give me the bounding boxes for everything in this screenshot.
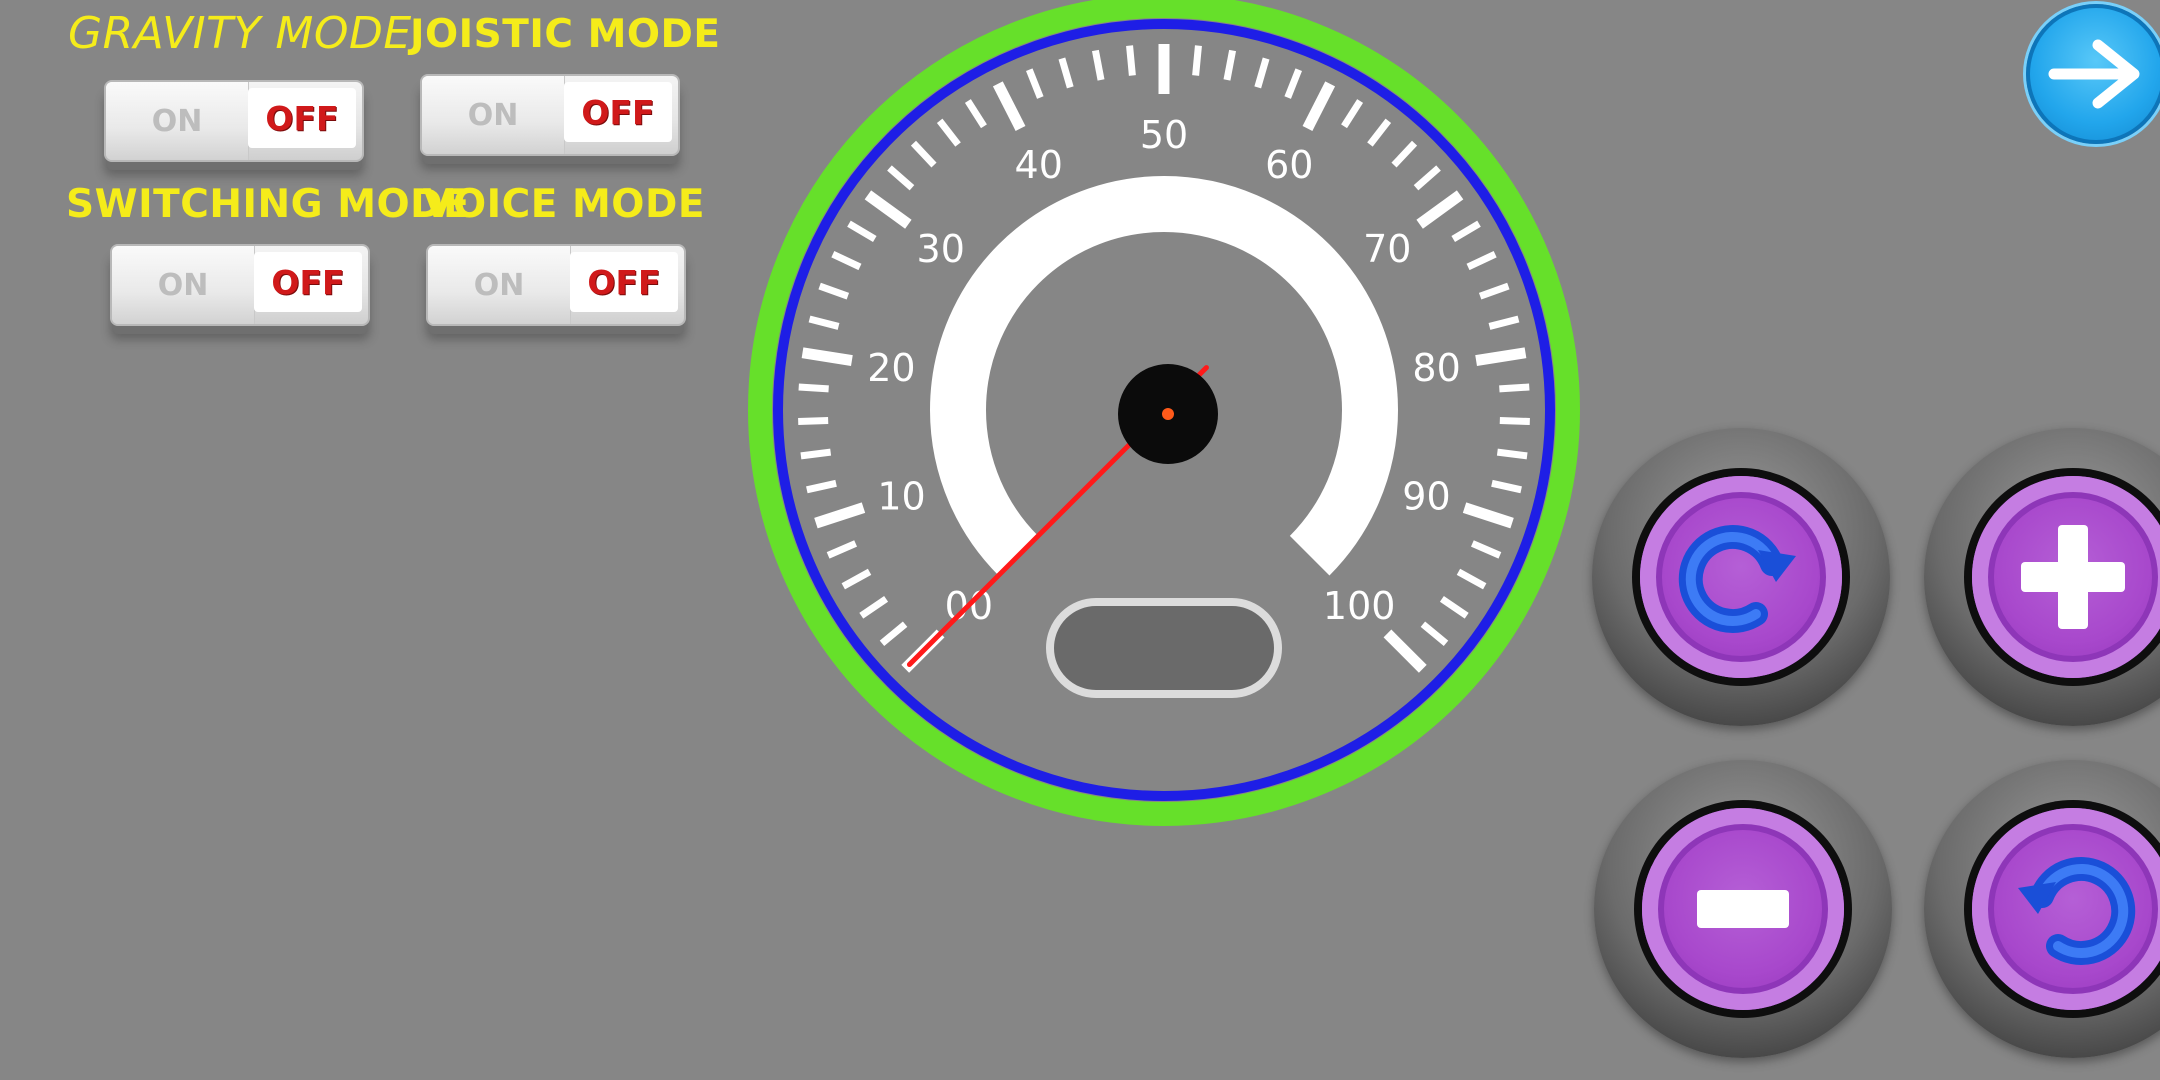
toggle-off-label: OFF	[248, 88, 356, 148]
tick-label: 30	[917, 227, 965, 271]
gravity-mode-toggle[interactable]: ON OFF	[104, 80, 364, 162]
minor-tick	[798, 383, 829, 393]
minor-tick	[1192, 45, 1202, 76]
minor-tick	[800, 448, 832, 460]
switching-mode-toggle[interactable]: ON OFF	[110, 244, 370, 326]
toggle-on-label: ON	[112, 246, 255, 324]
tick-label: 60	[1265, 143, 1313, 187]
tick-label: 20	[867, 346, 915, 390]
switching-mode-label: SWITCHING MODE	[66, 182, 471, 227]
plus-button[interactable]	[1924, 428, 2160, 726]
minor-tick	[1499, 417, 1530, 425]
rotate-clockwise-icon	[1678, 525, 1796, 633]
toggle-on-label: ON	[106, 82, 249, 160]
rotate-counterclockwise-button[interactable]	[1924, 760, 2160, 1058]
speedometer: 00102030405060708090100	[748, 0, 1580, 826]
minor-tick	[798, 417, 829, 425]
plus-icon	[2021, 525, 2125, 629]
gravity-mode-label: GRAVITY MODE	[68, 8, 412, 59]
minus-button[interactable]	[1594, 760, 1892, 1058]
speed-readout-display	[1046, 598, 1282, 698]
tick-label: 90	[1402, 474, 1450, 518]
minor-tick	[1496, 448, 1528, 460]
toggle-off-label: OFF	[564, 82, 672, 142]
toggle-off-label: OFF	[254, 252, 362, 312]
tick-label: 50	[1140, 113, 1188, 157]
voice-mode-label: VOICE MODE	[423, 182, 705, 227]
tick-label: 70	[1363, 227, 1411, 271]
speedometer-hub-center	[1162, 408, 1174, 420]
next-button[interactable]	[2026, 4, 2160, 144]
joistic-mode-toggle[interactable]: ON OFF	[420, 74, 680, 156]
major-tick	[801, 347, 853, 366]
minus-icon	[1697, 890, 1789, 928]
rotate-clockwise-button[interactable]	[1592, 428, 1890, 726]
major-tick	[1475, 347, 1527, 366]
voice-mode-toggle[interactable]: ON OFF	[426, 244, 686, 326]
rotate-counterclockwise-icon	[2018, 857, 2136, 965]
toggle-on-label: ON	[428, 246, 571, 324]
tick-label: 100	[1323, 584, 1396, 628]
joistic-mode-label: JOISTIC MODE	[410, 12, 721, 57]
arrow-right-icon	[2048, 39, 2140, 109]
toggle-off-label: OFF	[570, 252, 678, 312]
minor-tick	[1126, 45, 1136, 76]
tick-label: 10	[877, 474, 925, 518]
toggle-on-label: ON	[422, 76, 565, 154]
tick-label: 40	[1015, 143, 1063, 187]
tick-label: 80	[1412, 346, 1460, 390]
minor-tick	[1499, 383, 1530, 393]
